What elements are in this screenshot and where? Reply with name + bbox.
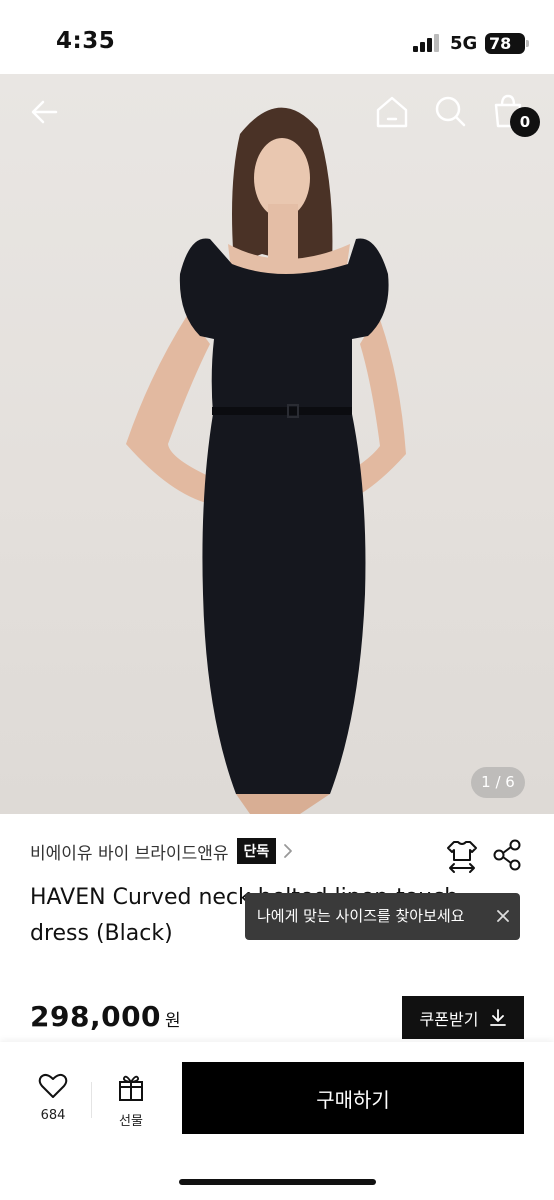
cart-count-badge: 0: [510, 107, 540, 137]
download-icon: [490, 1008, 507, 1026]
status-bar: 4:35 5G 78: [0, 0, 554, 74]
size-guide-icon[interactable]: [444, 838, 480, 874]
tooltip-text: 나에게 맞는 사이즈를 찾아보세요: [257, 907, 465, 925]
gift-label: 선물: [119, 1114, 143, 1129]
exclusive-badge: 단독: [236, 838, 277, 864]
purchase-bar: 684 선물 구매하기: [0, 1042, 554, 1200]
price-unit: 원: [165, 1011, 181, 1031]
battery-icon: 78: [485, 33, 529, 54]
product-photo: [126, 107, 406, 814]
search-icon[interactable]: [430, 92, 470, 132]
coupon-label: 쿠폰받기: [419, 1009, 479, 1029]
divider: [91, 1082, 92, 1118]
image-page-indicator: 1 / 6: [471, 767, 525, 798]
buy-button[interactable]: 구매하기: [182, 1062, 524, 1134]
like-button[interactable]: 684: [22, 1072, 84, 1132]
status-time: 4:35: [56, 28, 116, 54]
price-value: 298,000: [30, 1000, 162, 1033]
buy-label: 구매하기: [316, 1087, 390, 1112]
price: 298,000 원: [30, 1000, 181, 1033]
network-type: 5G: [450, 33, 478, 54]
brand-name: 비에이유 바이 브라이드앤유: [30, 843, 229, 864]
battery-level: 78: [489, 34, 512, 53]
home-icon[interactable]: [372, 92, 412, 132]
size-finder-tooltip[interactable]: 나에게 맞는 사이즈를 찾아보세요: [245, 893, 520, 940]
brand-link[interactable]: 비에이유 바이 브라이드앤유 단독: [30, 838, 294, 864]
gift-button[interactable]: 선물: [100, 1072, 162, 1132]
hero-toolbar: 0: [0, 74, 554, 154]
signal-icon: [413, 34, 441, 52]
heart-icon: [38, 1073, 68, 1098]
back-arrow-icon[interactable]: [26, 92, 66, 132]
like-count: 684: [40, 1108, 66, 1123]
close-icon[interactable]: [496, 909, 510, 923]
product-image-carousel[interactable]: 0 1 / 6: [0, 74, 554, 814]
share-icon[interactable]: [492, 838, 522, 872]
gift-icon: [119, 1075, 143, 1101]
chevron-right-icon: [284, 844, 293, 858]
coupon-download-button[interactable]: 쿠폰받기: [402, 996, 524, 1039]
home-indicator: [179, 1179, 376, 1185]
